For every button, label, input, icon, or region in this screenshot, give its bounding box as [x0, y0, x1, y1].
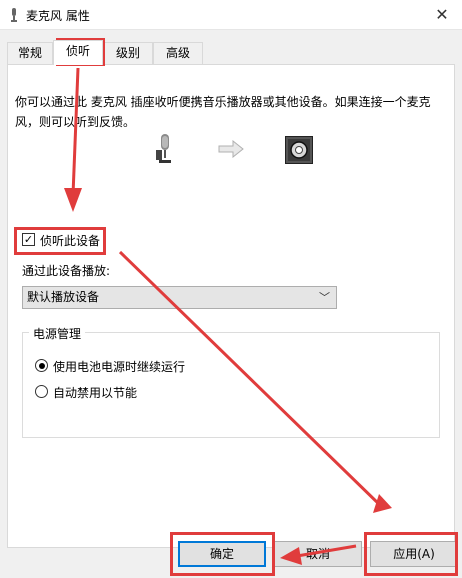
radio-auto-disable-label: 自动禁用以节能 — [53, 386, 138, 400]
microphone-small-icon — [11, 8, 17, 22]
power-management-title: 电源管理 — [29, 325, 86, 342]
speaker-icon — [285, 136, 313, 164]
window-title: 麦克风 属性 — [26, 9, 90, 23]
chevron-down-icon: ﹀ — [319, 291, 330, 304]
ok-button[interactable]: 确定 — [178, 541, 266, 567]
tab-listen[interactable]: 侦听 — [53, 40, 103, 65]
listen-checkbox-label: 侦听此设备 — [40, 234, 101, 248]
playback-device-value: 默认播放设备 — [27, 290, 100, 304]
apply-button[interactable]: 应用(A) — [370, 541, 458, 567]
listen-checkbox[interactable]: ✓ — [22, 233, 35, 246]
title-bar: 麦克风 属性 ✕ — [0, 0, 462, 30]
close-icon[interactable]: ✕ — [422, 0, 462, 30]
tab-general[interactable]: 常规 — [7, 42, 53, 64]
microphone-icon — [156, 134, 171, 163]
playback-device-label: 通过此设备播放: — [22, 264, 111, 278]
right-arrow-icon — [218, 140, 244, 158]
power-management-group: 电源管理 使用电池电源时继续运行 自动禁用以节能 — [22, 325, 440, 438]
listen-description: 你可以通过此 麦克风 插座收听便携音乐播放器或其他设备。如果连接一个麦克风，则可… — [15, 95, 431, 129]
tab-levels[interactable]: 级别 — [103, 42, 153, 64]
cancel-button[interactable]: 取消 — [274, 541, 362, 567]
radio-keep-running-label: 使用电池电源时继续运行 — [53, 360, 186, 374]
radio-button-checked[interactable] — [35, 359, 48, 372]
tab-advanced[interactable]: 高级 — [153, 42, 203, 64]
radio-button[interactable] — [35, 385, 48, 398]
playback-device-select[interactable]: 默认播放设备 ﹀ — [22, 286, 337, 309]
